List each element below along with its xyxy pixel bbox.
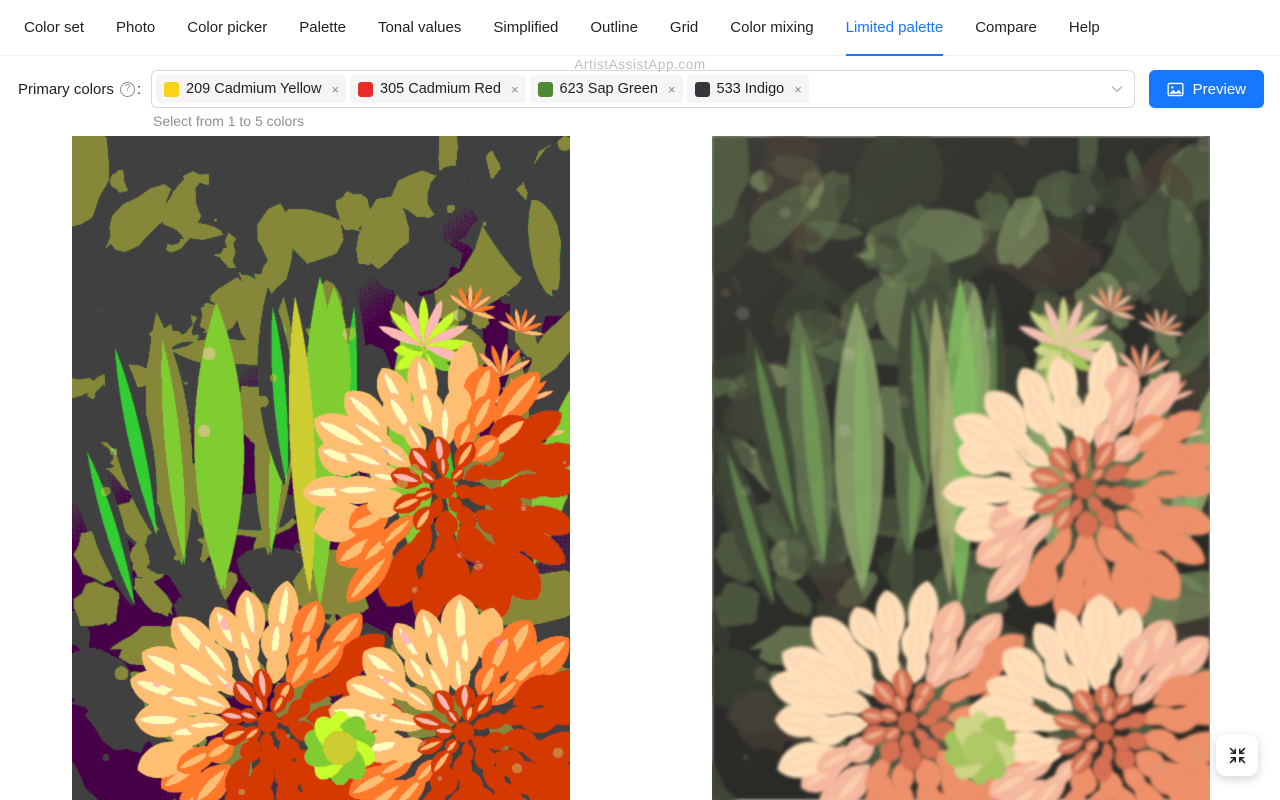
color-chip-label: 305 Cadmium Red xyxy=(380,81,501,97)
color-chip[interactable]: 209 Cadmium Yellow × xyxy=(156,75,347,103)
primary-colors-label-colon: : xyxy=(136,80,142,98)
main-tab-bar: Color set Photo Color picker Palette Tonal v… xyxy=(0,0,1280,56)
compress-arrows-icon xyxy=(1228,746,1247,765)
color-swatch-icon xyxy=(358,81,374,97)
image-picture-icon xyxy=(1167,81,1184,98)
color-swatch-icon xyxy=(694,81,710,97)
tab-palette[interactable]: Palette xyxy=(283,0,362,56)
color-chip-label: 209 Cadmium Yellow xyxy=(186,81,322,97)
color-chip[interactable]: 305 Cadmium Red × xyxy=(350,75,526,103)
exit-fullscreen-button[interactable] xyxy=(1216,734,1258,776)
primary-colors-control-row: Primary colors ? : 209 Cadmium Yellow × 30… xyxy=(0,56,1280,129)
color-swatch-icon xyxy=(537,81,553,97)
tab-grid[interactable]: Grid xyxy=(654,0,714,56)
question-circle-icon[interactable]: ? xyxy=(119,81,135,97)
primary-colors-select-wrapper: 209 Cadmium Yellow × 305 Cadmium Red × 623 S… xyxy=(151,70,1135,129)
remove-color-icon[interactable]: × xyxy=(331,83,339,96)
limited-palette-image[interactable] xyxy=(72,136,570,800)
primary-colors-select[interactable]: 209 Cadmium Yellow × 305 Cadmium Red × 623 S… xyxy=(151,70,1135,108)
primary-colors-label-wrap: Primary colors ? : xyxy=(18,70,141,108)
image-comparison-stage xyxy=(0,136,1280,800)
tab-simplified[interactable]: Simplified xyxy=(477,0,574,56)
primary-colors-label: Primary colors xyxy=(18,80,114,98)
color-chip[interactable]: 533 Indigo × xyxy=(686,75,809,103)
color-chip[interactable]: 623 Sap Green × xyxy=(529,75,683,103)
tab-color-picker[interactable]: Color picker xyxy=(171,0,283,56)
color-swatch-icon xyxy=(164,81,180,97)
original-photo-image[interactable] xyxy=(712,136,1210,800)
tab-color-mixing[interactable]: Color mixing xyxy=(714,0,829,56)
tab-photo[interactable]: Photo xyxy=(100,0,171,56)
preview-button[interactable]: Preview xyxy=(1148,70,1264,108)
remove-color-icon[interactable]: × xyxy=(511,83,519,96)
tab-help[interactable]: Help xyxy=(1053,0,1116,56)
tab-compare[interactable]: Compare xyxy=(959,0,1053,56)
tab-limited-palette[interactable]: Limited palette xyxy=(830,0,960,56)
remove-color-icon[interactable]: × xyxy=(794,83,802,96)
color-chip-label: 623 Sap Green xyxy=(559,81,658,97)
remove-color-icon[interactable]: × xyxy=(668,83,676,96)
tab-outline[interactable]: Outline xyxy=(574,0,654,56)
tab-color-set[interactable]: Color set xyxy=(8,0,100,56)
primary-colors-hint: Select from 1 to 5 colors xyxy=(153,113,304,129)
chevron-down-icon xyxy=(1111,83,1123,95)
color-chip-label: 533 Indigo xyxy=(716,81,785,97)
preview-button-label: Preview xyxy=(1192,80,1246,98)
tab-tonal-values[interactable]: Tonal values xyxy=(362,0,477,56)
